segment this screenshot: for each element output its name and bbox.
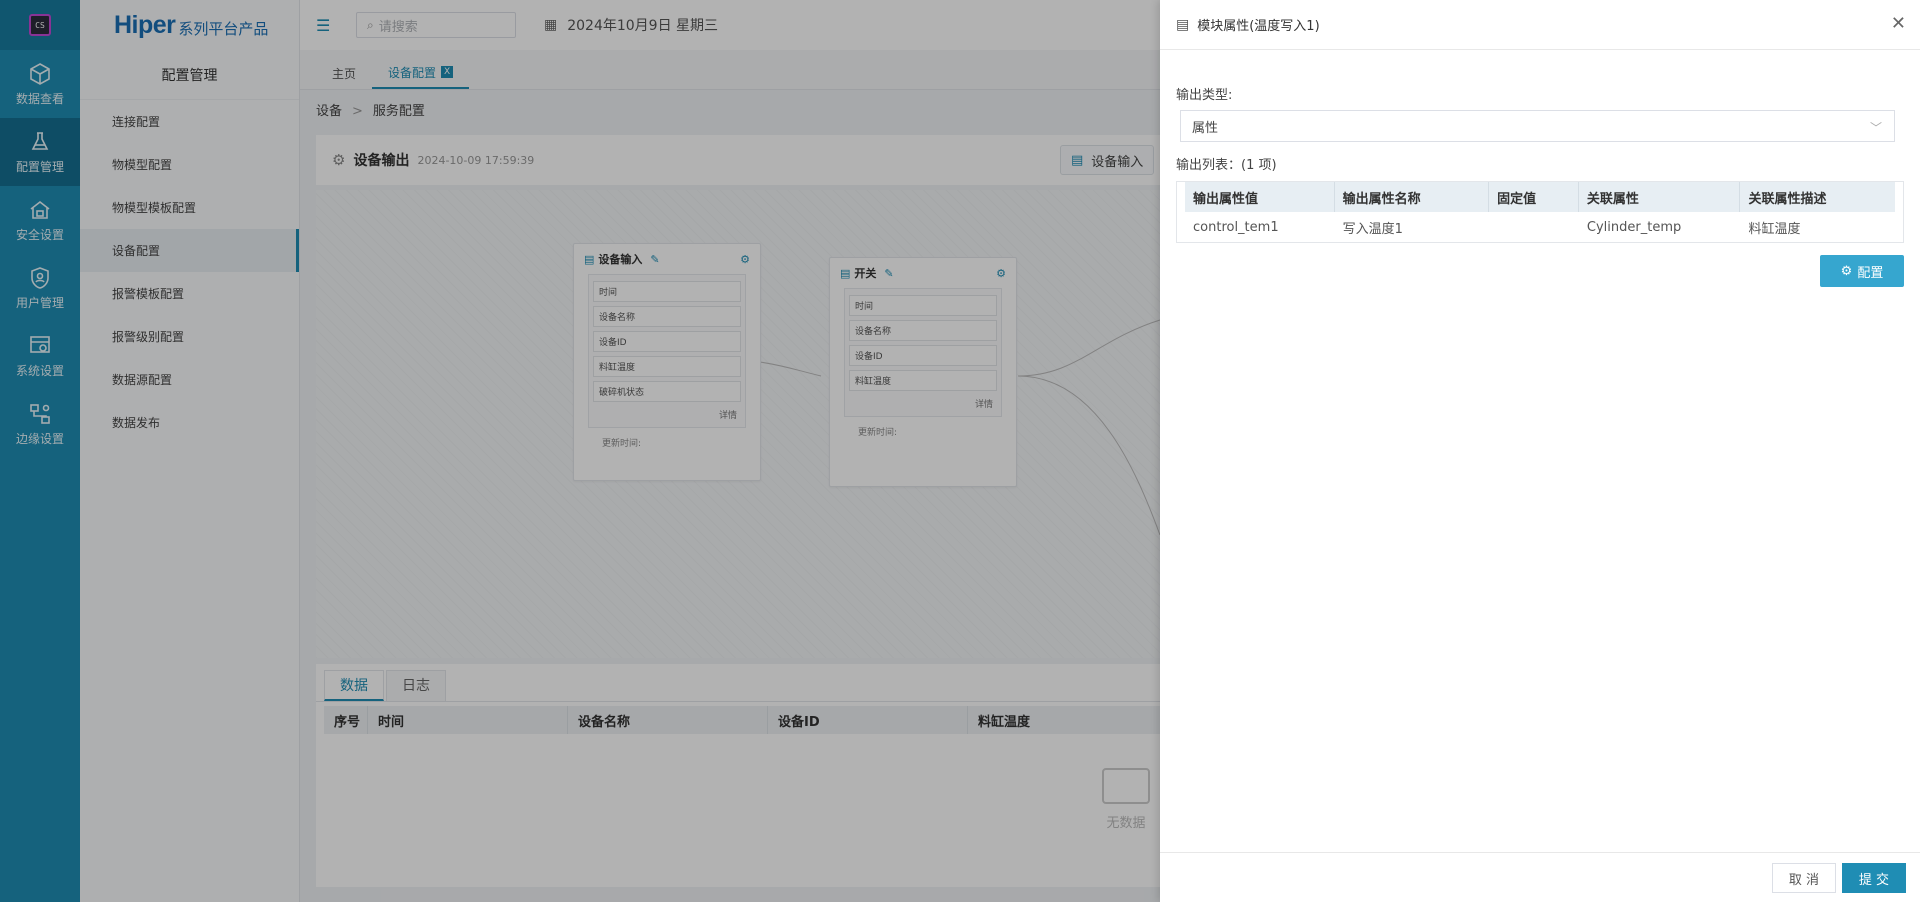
- submit-button[interactable]: 提 交: [1842, 863, 1906, 893]
- document-icon: ▤: [1176, 16, 1190, 33]
- drawer-header: ▤ 模块属性(温度写入1): [1160, 0, 1920, 50]
- output-type-label: 输出类型:: [1176, 88, 1233, 103]
- column-header: 输出属性值: [1185, 182, 1335, 212]
- output-type-select[interactable]: 属性 ﹀: [1180, 110, 1895, 142]
- drawer-footer: 取 消 提 交: [1160, 852, 1920, 902]
- config-button[interactable]: ⚙ 配置: [1820, 255, 1904, 287]
- column-header: 输出属性名称: [1335, 182, 1490, 212]
- close-icon[interactable]: ✕: [1891, 15, 1906, 33]
- cancel-button[interactable]: 取 消: [1772, 863, 1836, 893]
- output-type-value: 属性: [1192, 120, 1219, 136]
- cell-output-name: 写入温度1: [1342, 221, 1403, 237]
- chevron-down-icon: ﹀: [1869, 121, 1882, 135]
- column-header: 固定值: [1489, 182, 1579, 212]
- output-table: 输出属性值 输出属性名称 固定值 关联属性 关联属性描述 control_tem…: [1176, 181, 1904, 243]
- table-row[interactable]: control_tem1 写入温度1 Cylinder_temp 料缸温度: [1185, 212, 1895, 242]
- cell-output-value: control_tem1: [1193, 219, 1279, 235]
- gear-icon: ⚙: [1840, 263, 1853, 279]
- cell-linked-description: 料缸温度: [1748, 221, 1801, 237]
- module-properties-drawer: ▤ 模块属性(温度写入1) ✕ 输出类型: 属性 ﹀ 输出列表：(1 项) 输出…: [1160, 0, 1920, 902]
- cell-fixed-value: [1489, 212, 1579, 242]
- cell-linked-attribute: Cylinder_temp: [1586, 219, 1682, 235]
- column-header: 关联属性: [1579, 182, 1741, 212]
- config-button-label: 配置: [1857, 265, 1884, 281]
- output-table-header: 输出属性值 输出属性名称 固定值 关联属性 关联属性描述: [1185, 182, 1895, 212]
- column-header: 关联属性描述: [1748, 191, 1827, 207]
- drawer-title: 模块属性(温度写入1): [1197, 19, 1320, 34]
- overlay-mask[interactable]: [0, 0, 1160, 902]
- output-list-label: 输出列表：(1 项): [1176, 158, 1277, 173]
